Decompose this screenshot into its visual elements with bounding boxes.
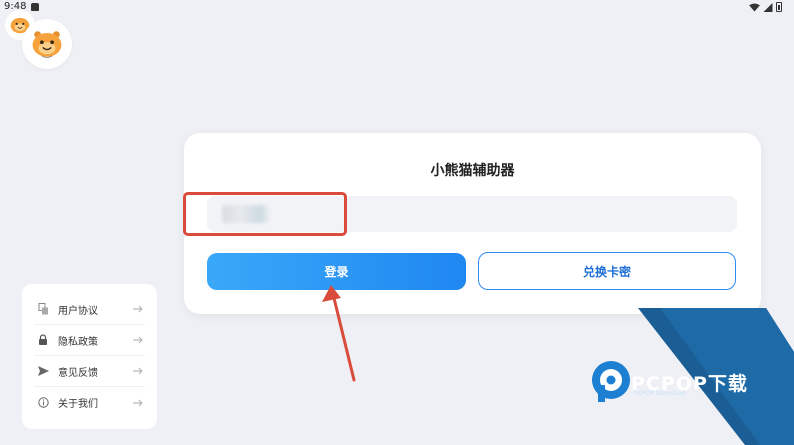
menu-label: 用户协议	[58, 305, 98, 317]
redeem-card-button[interactable]: 兑换卡密	[478, 252, 736, 290]
arrow-right-icon	[133, 399, 143, 406]
menu-label: 意见反馈	[58, 367, 98, 379]
status-icons	[749, 2, 782, 12]
menu-item-privacy-policy[interactable]: 隐私政策	[34, 325, 145, 356]
status-bar: 9:48	[0, 0, 794, 16]
arrow-right-icon	[133, 305, 143, 313]
pcpop-logo-icon	[592, 361, 630, 402]
info-icon	[37, 397, 49, 409]
watermark-subtitle: PCPOP Download	[634, 390, 686, 397]
lock-icon	[37, 334, 49, 346]
arrow-right-icon	[133, 367, 143, 375]
app-title: 小熊猫辅助器	[430, 163, 515, 179]
notification-icon	[31, 3, 39, 11]
annotation-highlight-box	[183, 192, 347, 236]
signal-icon	[763, 2, 773, 12]
send-icon	[37, 365, 49, 377]
menu-item-feedback[interactable]: 意见反馈	[34, 356, 145, 387]
side-menu: 用户协议 隐私政策 意见反馈 关于我们	[22, 284, 157, 429]
menu-item-about-us[interactable]: 关于我们	[34, 387, 145, 418]
wifi-icon	[749, 2, 760, 12]
mascot-icon	[32, 31, 62, 59]
document-icon	[37, 303, 49, 315]
menu-item-user-agreement[interactable]: 用户协议	[34, 294, 145, 325]
floating-avatar[interactable]	[22, 19, 72, 69]
menu-label: 关于我们	[58, 399, 98, 410]
menu-label: 隐私政策	[58, 336, 98, 348]
battery-icon	[776, 2, 782, 12]
arrow-right-icon	[133, 336, 143, 344]
login-button[interactable]: 登录	[207, 253, 466, 290]
